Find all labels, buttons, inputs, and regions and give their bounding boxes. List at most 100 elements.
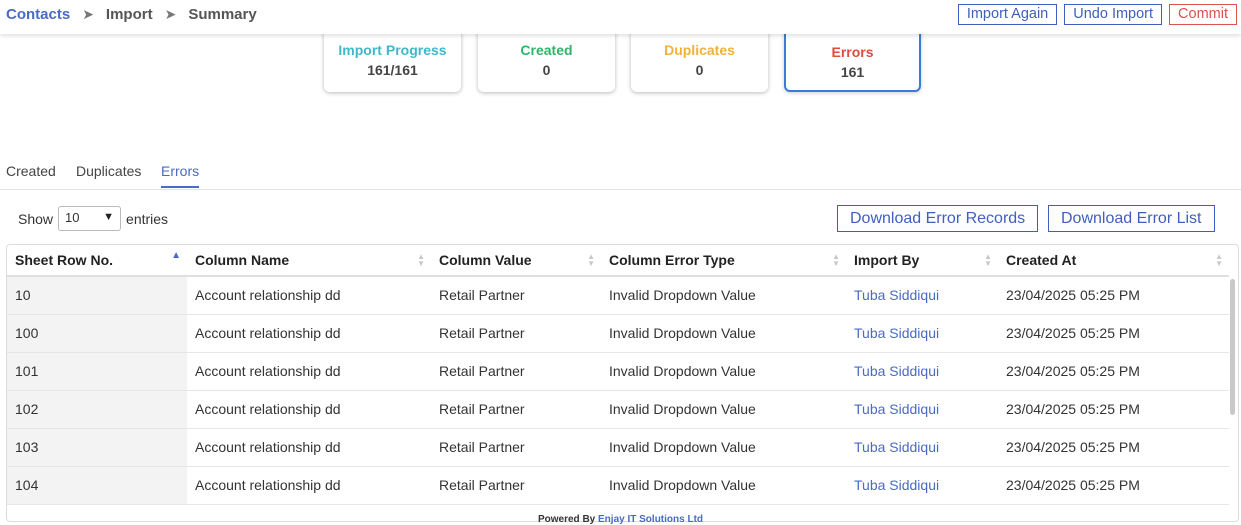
import-by-link[interactable]: Tuba Siddiqui [846,466,998,505]
footer: Powered By Enjay IT Solutions Ltd [0,514,1241,525]
card-label: Import Progress [338,42,447,58]
error-type-cell: Invalid Dropdown Value [601,390,846,429]
sort-icon: ▲ ▼ [417,252,425,268]
column-header-import-by[interactable]: Import By ▲ ▼ [846,245,998,277]
column-header-column-value[interactable]: Column Value ▲ ▼ [431,245,601,277]
table-row: 104 Account relationship dd Retail Partn… [7,466,1229,505]
sort-icon: ▲ ▼ [587,252,595,268]
sheet-row-cell: 104 [7,466,187,505]
column-header-error-type[interactable]: Column Error Type ▲ ▼ [601,245,846,277]
breadcrumb-import: Import [105,6,153,23]
column-header-label: Column Value [439,252,532,268]
table-row: 100 Account relationship dd Retail Partn… [7,314,1229,353]
tab-created[interactable]: Created [6,163,56,186]
breadcrumb-arrow-icon: ➤ [82,6,94,22]
tab-errors[interactable]: Errors [161,163,200,188]
duplicates-card[interactable]: Duplicates 0 [631,26,768,92]
show-label: Show [18,210,54,227]
table-row: 101 Account relationship dd Retail Partn… [7,352,1229,391]
column-header-created-at[interactable]: Created At ▲ ▼ [998,245,1229,277]
card-label: Duplicates [664,42,735,58]
card-value: 0 [695,62,704,78]
sort-icon: ▲ ▼ [832,252,840,268]
column-value-cell: Retail Partner [431,314,601,353]
created-at-cell: 23/04/2025 05:25 PM [998,466,1229,505]
entries-select-value: 10 [65,210,80,225]
breadcrumb-arrow-icon: ➤ [164,6,177,22]
created-at-cell: 23/04/2025 05:25 PM [998,428,1229,467]
card-value: 161 [840,64,865,80]
error-type-cell: Invalid Dropdown Value [601,352,846,391]
column-header-label: Column Error Type [609,252,735,268]
sort-asc-icon: ▲ [171,250,181,261]
sort-icon: ▲ ▼ [1215,252,1223,268]
column-name-cell: Account relationship dd [187,390,431,429]
column-value-cell: Retail Partner [431,352,601,391]
import-again-button[interactable]: Import Again [957,4,1058,25]
import-progress-card[interactable]: Import Progress 161/161 [324,26,461,92]
created-at-cell: 23/04/2025 05:25 PM [998,276,1229,315]
sheet-row-cell: 10 [7,276,187,315]
column-header-label: Created At [1006,252,1077,268]
error-type-cell: Invalid Dropdown Value [601,314,846,353]
download-error-records-button[interactable]: Download Error Records [837,205,1039,232]
errors-card[interactable]: Errors 161 [784,26,921,92]
footer-prefix: Powered By [537,514,596,525]
column-header-sheet-row[interactable]: Sheet Row No. ▲ [7,245,187,277]
column-header-column-name[interactable]: Column Name ▲ ▼ [187,245,431,277]
import-by-link[interactable]: Tuba Siddiqui [846,276,998,315]
entries-label: entries [126,210,169,227]
top-bar: Contacts ➤ Import ➤ Summary Import Again… [0,0,1241,34]
commit-button[interactable]: Commit [1169,4,1237,25]
breadcrumb: Contacts ➤ Import ➤ Summary [6,6,257,23]
top-actions: Import Again Undo Import Commit [957,4,1237,25]
import-by-link[interactable]: Tuba Siddiqui [846,428,998,467]
column-name-cell: Account relationship dd [187,466,431,505]
undo-import-button[interactable]: Undo Import [1064,4,1163,25]
chevron-down-icon: ▼ [103,211,115,223]
sheet-row-cell: 102 [7,390,187,429]
card-label: Errors [831,44,874,60]
table-row: 103 Account relationship dd Retail Partn… [7,428,1229,467]
column-value-cell: Retail Partner [431,390,601,429]
errors-table: Sheet Row No. ▲ Column Name ▲ ▼ Column Valu… [6,244,1239,522]
download-error-list-button[interactable]: Download Error List [1048,205,1215,232]
column-header-label: Import By [854,252,920,268]
created-at-cell: 23/04/2025 05:25 PM [998,390,1229,429]
table-header-row: Sheet Row No. ▲ Column Name ▲ ▼ Column Valu… [7,245,1229,277]
entries-select[interactable]: 10 ▼ [58,206,122,231]
import-by-link[interactable]: Tuba Siddiqui [846,390,998,429]
tab-duplicates[interactable]: Duplicates [76,163,141,186]
import-by-link[interactable]: Tuba Siddiqui [846,314,998,353]
error-type-cell: Invalid Dropdown Value [601,276,846,315]
created-at-cell: 23/04/2025 05:25 PM [998,314,1229,353]
created-at-cell: 23/04/2025 05:25 PM [998,352,1229,391]
import-by-link[interactable]: Tuba Siddiqui [846,352,998,391]
card-value: 161/161 [367,62,418,78]
sheet-row-cell: 101 [7,352,187,391]
column-name-cell: Account relationship dd [187,428,431,467]
column-name-cell: Account relationship dd [187,314,431,353]
table-scrollbar[interactable] [1230,279,1235,415]
footer-brand-link[interactable]: Enjay IT Solutions Ltd [598,514,703,525]
breadcrumb-summary: Summary [188,6,257,23]
card-label: Created [520,42,573,58]
tab-bar: Created Duplicates Errors [0,160,1241,190]
sheet-row-cell: 103 [7,428,187,467]
table-row: 10 Account relationship dd Retail Partne… [7,276,1229,315]
created-card[interactable]: Created 0 [478,26,615,92]
entries-length-control: Show 10 ▼ entries [18,206,168,231]
column-value-cell: Retail Partner [431,428,601,467]
table-row: 102 Account relationship dd Retail Partn… [7,390,1229,429]
error-type-cell: Invalid Dropdown Value [601,428,846,467]
column-value-cell: Retail Partner [431,466,601,505]
card-value: 0 [542,62,551,78]
column-header-label: Column Name [195,252,290,268]
column-value-cell: Retail Partner [431,276,601,315]
error-type-cell: Invalid Dropdown Value [601,466,846,505]
sheet-row-cell: 100 [7,314,187,353]
column-name-cell: Account relationship dd [187,352,431,391]
breadcrumb-contacts-link[interactable]: Contacts [6,6,70,23]
column-name-cell: Account relationship dd [187,276,431,315]
column-header-label: Sheet Row No. [15,252,114,268]
